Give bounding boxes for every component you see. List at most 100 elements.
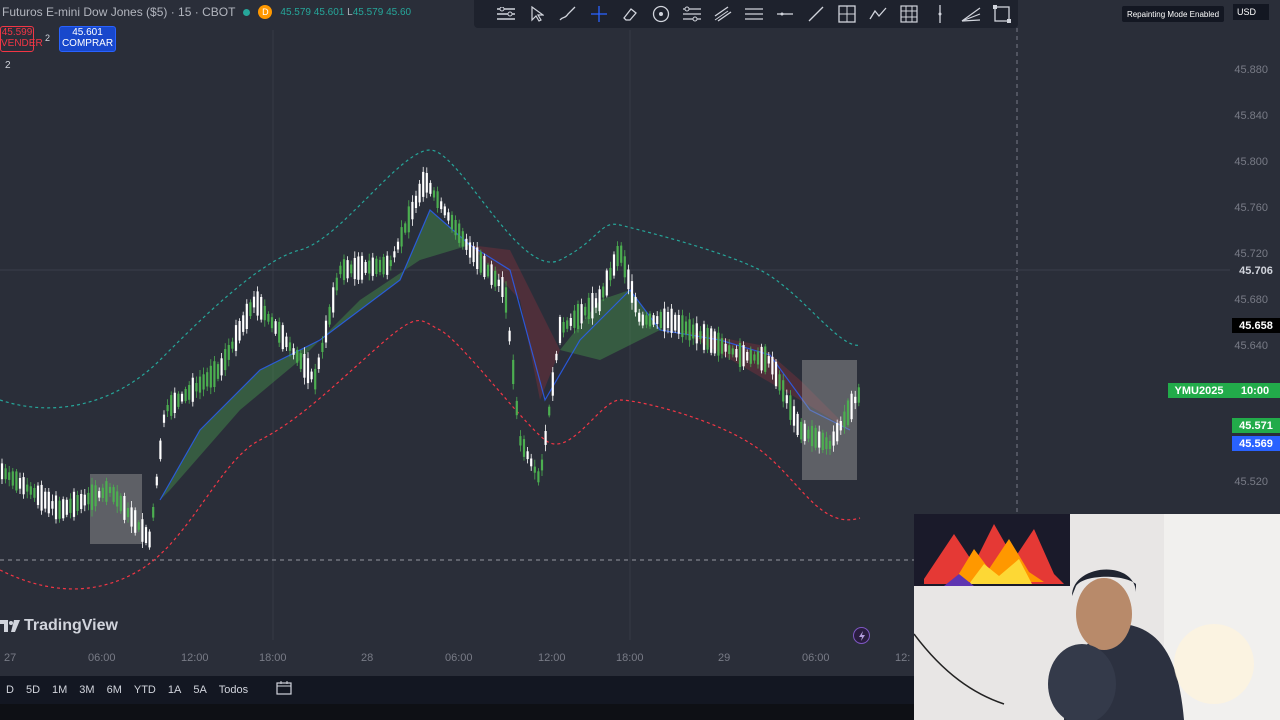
symbol-title[interactable]: Futuros E-mini Dow Jones ($5) · 15 · CBO… (2, 5, 235, 19)
candle-body (612, 254, 616, 276)
range-1m[interactable]: 1M (46, 684, 73, 696)
candle-body (231, 341, 234, 349)
candle-body (350, 264, 353, 274)
candle-body (245, 303, 248, 329)
candle-body (195, 383, 198, 392)
candle-body (317, 357, 320, 369)
buy-label: COMPRAR (61, 38, 114, 49)
fib-fan-icon[interactable] (959, 2, 983, 26)
candle-body (36, 485, 40, 505)
candle-body (688, 319, 691, 341)
candle-body (598, 289, 601, 312)
candle-body (562, 322, 565, 333)
candle-body (285, 336, 288, 348)
currency-selector[interactable]: USD (1233, 4, 1269, 20)
time-tick: 12:00 (538, 652, 566, 664)
range-1d[interactable]: D (0, 684, 20, 696)
horizontal-ray-icon[interactable] (773, 2, 797, 26)
candle-body (486, 264, 490, 277)
candle-body (152, 507, 155, 518)
webcam-feed-image (914, 514, 1280, 720)
candle-body (609, 267, 612, 281)
crosshair-icon[interactable] (587, 2, 611, 26)
time-tick: 28 (361, 652, 374, 664)
candle-body (558, 317, 562, 343)
candle-body (648, 313, 652, 327)
range-3m[interactable]: 3M (73, 684, 100, 696)
sell-button[interactable]: 45.599 VENDER (0, 26, 43, 52)
trend-line-icon[interactable] (804, 2, 828, 26)
range-1y[interactable]: 1A (162, 684, 187, 696)
candle-body (573, 310, 576, 328)
tradingview-logo[interactable]: TradingView (0, 617, 118, 635)
price-tick-highlight: 45.706 (1232, 263, 1280, 278)
candle-body (512, 359, 515, 384)
candle-body (148, 531, 151, 548)
candle-body (828, 441, 832, 449)
candle-body (501, 277, 504, 297)
time-tick: 06:00 (802, 652, 830, 664)
candle-body (461, 231, 464, 247)
candle-body (18, 478, 22, 489)
candle-body (854, 396, 857, 404)
eraser-icon[interactable] (618, 2, 642, 26)
range-6m[interactable]: 6M (101, 684, 128, 696)
candle-body (742, 345, 745, 367)
candle-body (576, 304, 580, 329)
range-5d[interactable]: 5D (20, 684, 46, 696)
flash-icon[interactable] (853, 627, 870, 644)
time-tick: 12:00 (181, 652, 209, 664)
candle-body (605, 270, 608, 296)
candle-body (587, 297, 590, 319)
candle-body (234, 325, 238, 351)
range-all[interactable]: Todos (213, 684, 254, 696)
candle-body (177, 393, 180, 407)
pattern-icon[interactable] (866, 2, 890, 26)
candle-body (134, 510, 137, 533)
circle-target-icon[interactable] (649, 2, 673, 26)
candle-body (566, 320, 569, 329)
candle-body (342, 259, 346, 281)
time-tick: 18:00 (616, 652, 644, 664)
ohlc-high: 45.601 (313, 6, 345, 18)
range-5y[interactable]: 5A (187, 684, 212, 696)
candle-body (530, 458, 533, 467)
candle-body (825, 437, 828, 450)
candle-body (116, 491, 119, 507)
candle-body (418, 183, 421, 203)
candle-body (537, 471, 540, 483)
time-tick: 06:00 (88, 652, 116, 664)
cursor-icon[interactable] (525, 2, 549, 26)
hlines-icon[interactable] (742, 2, 766, 26)
candle-body (188, 385, 191, 400)
candle-body (479, 252, 482, 273)
candle-body (69, 498, 72, 513)
sell-price: 45.599 (1, 27, 33, 38)
candle-body (306, 358, 310, 384)
candle-body (296, 349, 299, 363)
price-tick: 45.720 (1234, 248, 1268, 260)
candle-body (616, 246, 619, 267)
grid-icon[interactable] (897, 2, 921, 26)
layers-icon[interactable] (680, 2, 704, 26)
rectangle-icon[interactable] (990, 2, 1014, 26)
vertical-line-icon[interactable] (928, 2, 952, 26)
candle-body (710, 328, 713, 353)
candle-body (728, 345, 731, 354)
candle-body (80, 494, 83, 509)
candle-body (206, 372, 209, 387)
buy-button[interactable]: 45.601 COMPRAR (59, 26, 116, 52)
range-ytd[interactable]: YTD (128, 684, 162, 696)
calendar-icon[interactable] (276, 680, 292, 700)
candle-body (72, 491, 76, 517)
box-plus-icon[interactable] (835, 2, 859, 26)
candle-body (267, 314, 270, 322)
price-tick: 45.640 (1234, 340, 1268, 352)
parallel-channel-icon[interactable] (711, 2, 735, 26)
indicator-count[interactable]: 2 (5, 60, 11, 71)
candle-body (634, 296, 637, 313)
brush-icon[interactable] (556, 2, 580, 26)
settings-list-icon[interactable] (494, 2, 518, 26)
session-box-left (90, 474, 142, 544)
candle-body (357, 256, 360, 280)
